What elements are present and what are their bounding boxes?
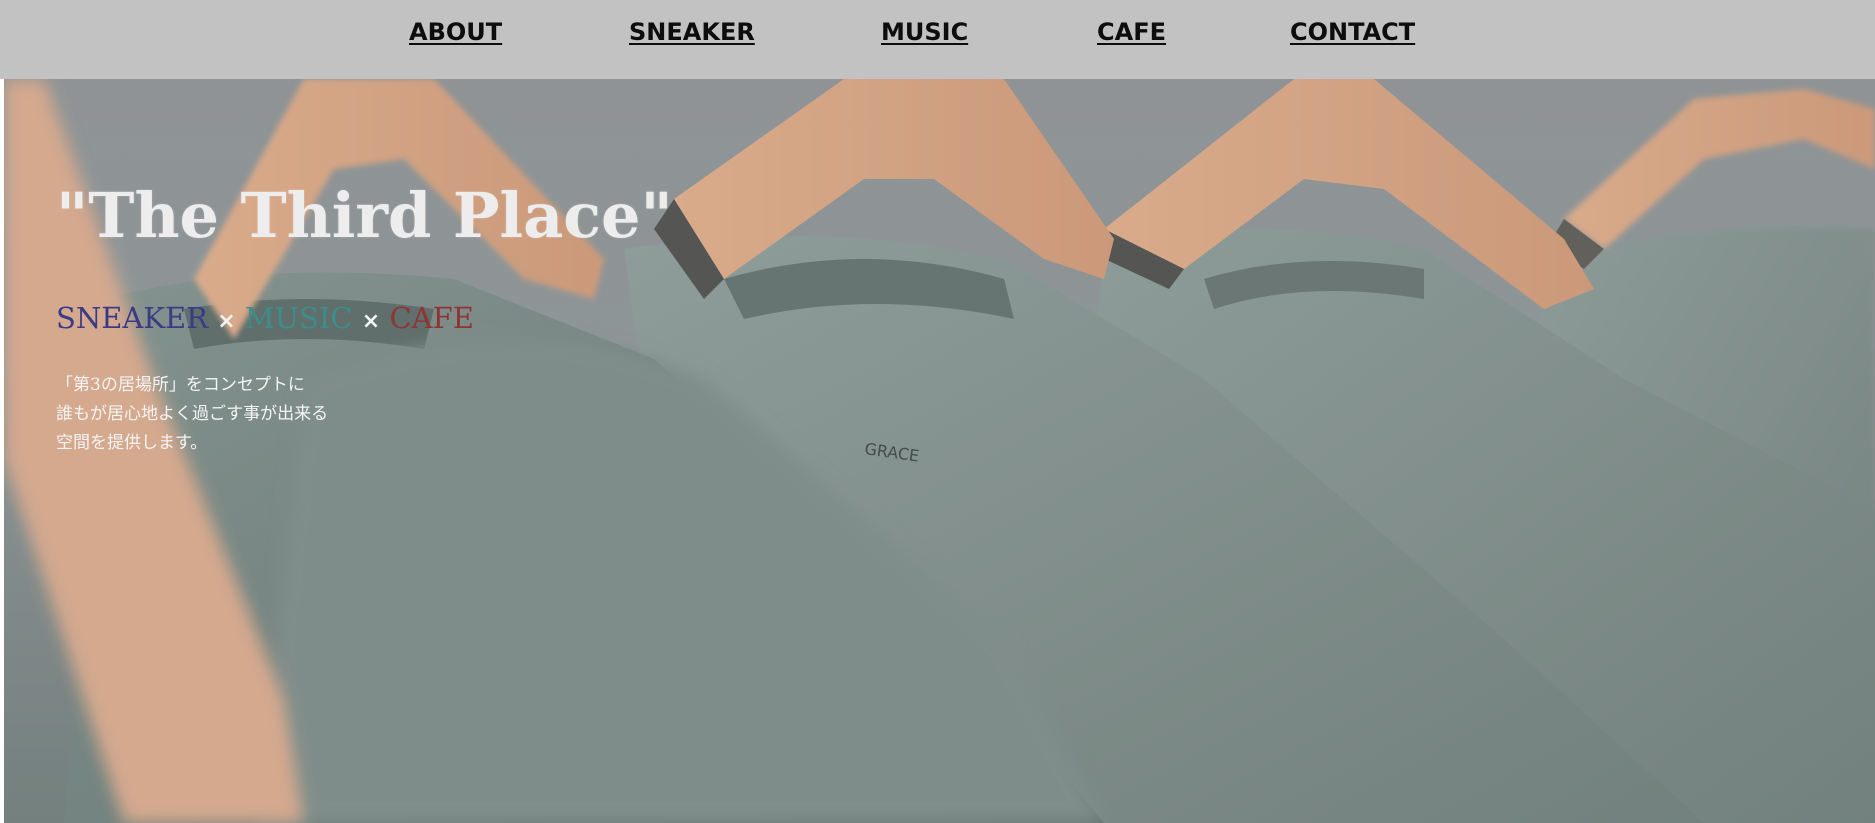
hero-description: 「第3の居場所」をコンセプトに 誰もが居心地よく過ごす事が出来る 空間を提供しま… [56,371,456,458]
tagline-music: MUSIC [244,301,353,335]
nav-link-about[interactable]: ABOUT [409,18,502,46]
tagline-sneaker: SNEAKER [56,301,209,335]
hero-description-line: 誰もが居心地よく過ごす事が出来る [56,404,329,424]
hero-tagline: SNEAKER × MUSIC × CAFE [56,301,756,335]
hero-description-line: 「第3の居場所」をコンセプトに [56,375,305,395]
nav-link-cafe[interactable]: CAFE [1097,18,1166,46]
tagline-cafe: CAFE [389,301,474,335]
hero-section: GRACE GRACE "The Third Place" SNEAKER × … [4,79,1875,823]
nav-link-contact[interactable]: CONTACT [1290,18,1415,46]
nav-link-sneaker[interactable]: SNEAKER [629,18,755,46]
hero-title: "The Third Place" [56,179,673,252]
top-navigation: ABOUT SNEAKER MUSIC CAFE CONTACT [0,0,1875,79]
hero-description-line: 空間を提供します。 [56,433,208,453]
tagline-separator: × [361,309,381,334]
nav-link-music[interactable]: MUSIC [881,18,968,46]
tagline-separator: × [217,309,236,334]
